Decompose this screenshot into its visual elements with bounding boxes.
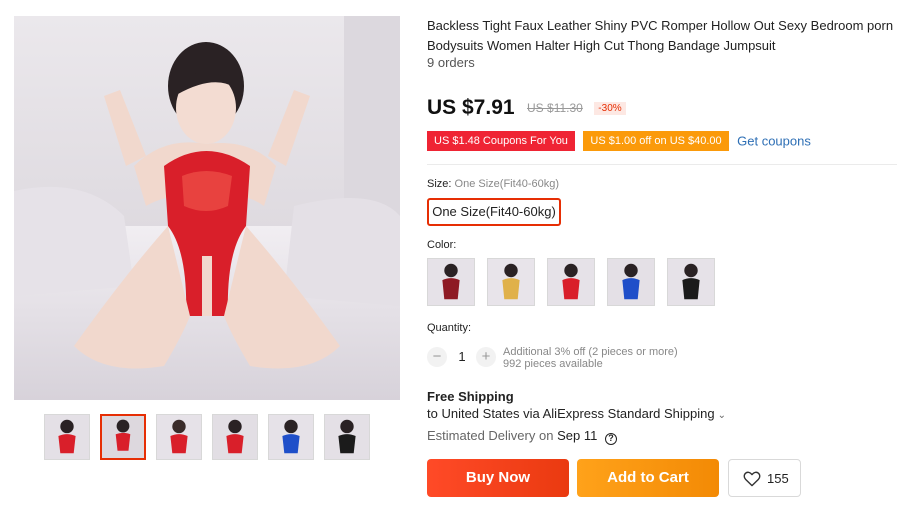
quantity-minus-button[interactable]: − — [427, 347, 447, 367]
color-swatch-3[interactable] — [547, 258, 595, 306]
color-label: Color: — [427, 239, 457, 251]
color-swatch-4[interactable] — [607, 258, 655, 306]
thumbnail-2[interactable] — [100, 414, 146, 460]
main-product-image[interactable] — [14, 16, 400, 400]
add-to-cart-button[interactable]: Add to Cart — [577, 459, 719, 497]
thumbnail-strip — [44, 414, 372, 462]
delivery-date: Sep 11 — [557, 428, 598, 443]
color-swatches — [427, 258, 727, 308]
wishlist-count: 155 — [767, 471, 789, 486]
quantity-label: Quantity: — [427, 322, 472, 334]
quantity-note: Additional 3% off (2 pieces or more) 992… — [503, 346, 678, 370]
thumbnail-6[interactable] — [324, 414, 370, 460]
color-swatch-5[interactable] — [667, 258, 715, 306]
shipping-title: Free Shipping — [427, 389, 514, 404]
size-label: Size: One Size(Fit40-60kg) — [427, 178, 559, 190]
color-swatch-1[interactable] — [427, 258, 475, 306]
size-selected-value: One Size(Fit40-60kg) — [454, 178, 560, 190]
coupon-row: US $1.48 Coupons For You US $1.00 off on… — [427, 131, 811, 151]
quantity-input[interactable]: 1 — [451, 347, 473, 367]
stock-available: 992 pieces available — [503, 358, 603, 370]
wishlist-button[interactable]: 155 — [728, 459, 801, 497]
thumbnail-4[interactable] — [212, 414, 258, 460]
thumbnail-1[interactable] — [44, 414, 90, 460]
estimated-delivery: Estimated Delivery on Sep 11 ? — [427, 428, 617, 445]
price-row: US $7.91 US $11.30 -30% — [427, 96, 626, 124]
get-coupons-link[interactable]: Get coupons — [737, 134, 811, 149]
bulk-discount-note: Additional 3% off (2 pieces or more) — [503, 346, 678, 358]
chevron-down-icon: ⌄ — [717, 410, 727, 421]
product-title: Backless Tight Faux Leather Shiny PVC Ro… — [427, 18, 894, 53]
color-swatch-2[interactable] — [487, 258, 535, 306]
discount-badge: -30% — [594, 101, 626, 115]
thumbnail-3[interactable] — [156, 414, 202, 460]
delivery-label: Estimated Delivery on — [427, 428, 554, 443]
size-label-text: Size: — [427, 178, 452, 190]
help-icon[interactable]: ? — [604, 433, 617, 445]
divider — [427, 164, 897, 165]
thumbnail-5[interactable] — [268, 414, 314, 460]
order-count: 9 orders — [427, 55, 475, 70]
coupon-badge-threshold[interactable]: US $1.00 off on US $40.00 — [583, 131, 729, 151]
quantity-plus-button[interactable]: + — [476, 347, 496, 367]
heart-icon — [743, 471, 761, 487]
shipping-method[interactable]: to United States via AliExpress Standard… — [427, 406, 726, 421]
original-price: US $11.30 — [527, 101, 583, 115]
buy-now-button[interactable]: Buy Now — [427, 459, 569, 497]
coupon-badge-for-you[interactable]: US $1.48 Coupons For You — [427, 131, 575, 151]
shipping-method-text: to United States via AliExpress Standard… — [427, 406, 715, 421]
size-option-one-size[interactable]: One Size(Fit40-60kg) — [427, 198, 561, 226]
product-info: Backless Tight Faux Leather Shiny PVC Ro… — [427, 0, 897, 514]
current-price: US $7.91 — [427, 96, 515, 119]
